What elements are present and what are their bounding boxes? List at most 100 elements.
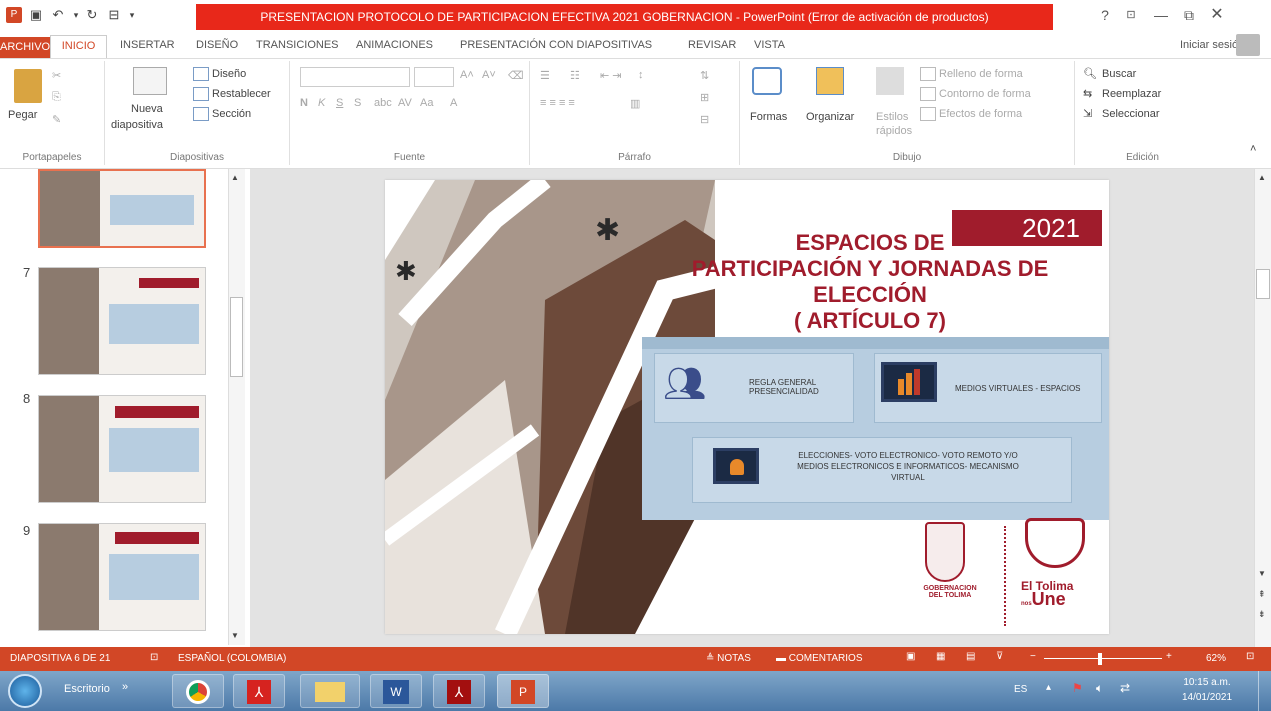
layout-button[interactable]: Diseño (193, 67, 246, 81)
align-text-icon[interactable]: ⊞ (700, 91, 709, 104)
font-color-icon[interactable]: A (450, 97, 457, 109)
shadow-button[interactable]: S (354, 97, 361, 109)
editor-scrollbar[interactable]: ▲ ▼ ⇞ ⇟ (1254, 169, 1271, 647)
indent-icon[interactable]: ⇤ ⇥ (600, 69, 622, 82)
next-slide-icon[interactable]: ⇟ (1258, 609, 1266, 620)
language-indicator[interactable]: ESPAÑOL (COLOMBIA) (178, 653, 286, 664)
numbering-icon[interactable]: ☷ (570, 69, 580, 82)
line-spacing-icon[interactable]: ↕ (638, 69, 644, 81)
start-button[interactable] (8, 674, 42, 708)
ribbon-display-icon[interactable]: ⊡ (1120, 5, 1142, 25)
tab-revisar[interactable]: REVISAR (688, 35, 736, 55)
underline-button[interactable]: S (336, 97, 343, 109)
network-icon[interactable]: ⇄ (1120, 681, 1130, 695)
redo-icon[interactable]: ↻ (84, 7, 100, 23)
char-spacing-icon[interactable]: AV (398, 97, 412, 109)
font-name-box[interactable] (300, 67, 410, 87)
clear-format-icon[interactable]: ⌫ (508, 69, 524, 82)
word-app[interactable]: W (370, 674, 422, 708)
clock[interactable]: 10:15 a.m. 14/01/2021 (1164, 675, 1250, 705)
shapes-button[interactable]: Formas (750, 111, 787, 123)
change-case-button[interactable]: Aa (420, 97, 433, 109)
slideshow-view-icon[interactable]: ⊽ (996, 651, 1003, 662)
show-desktop-button[interactable] (1258, 671, 1271, 711)
tab-vista[interactable]: VISTA (754, 35, 785, 55)
paste-button[interactable]: Pegar (8, 109, 37, 121)
bullets-icon[interactable]: ☰ (540, 69, 550, 82)
tab-animaciones[interactable]: ANIMACIONES (356, 35, 433, 55)
language-bar[interactable]: ES (1014, 684, 1027, 695)
select-button[interactable]: ⇲ Seleccionar (1083, 107, 1159, 121)
scroll-thumb[interactable] (1256, 269, 1270, 299)
undo-dropdown-icon[interactable]: ▾ (68, 7, 84, 23)
shapes-icon[interactable] (752, 67, 782, 95)
help-button[interactable]: ? (1094, 5, 1116, 25)
reading-view-icon[interactable]: ▤ (966, 651, 975, 662)
slide-thumbnail[interactable] (38, 523, 206, 631)
thumbnail-scrollbar[interactable]: ▲ ▼ (228, 169, 245, 645)
minimize-button[interactable]: — (1150, 5, 1172, 25)
format-painter-icon[interactable]: ✎ (52, 113, 61, 126)
tab-inicio[interactable]: INICIO (50, 35, 107, 58)
fit-slide-icon[interactable]: ⊡ (1246, 651, 1254, 662)
quick-styles-button[interactable]: Estilos (876, 111, 908, 123)
arrange-button[interactable]: Organizar (806, 111, 854, 123)
slide-thumbnail[interactable] (38, 395, 206, 503)
zoom-level[interactable]: 62% (1206, 653, 1226, 664)
replace-button[interactable]: ⇆ Reemplazar (1083, 87, 1161, 101)
show-hidden-icons[interactable]: ▴ (1046, 682, 1051, 693)
quick-styles-icon[interactable] (876, 67, 904, 95)
tab-diseno[interactable]: DISEÑO (196, 35, 238, 55)
undo-icon[interactable]: ↶ (50, 7, 66, 23)
strikethrough-icon[interactable]: abc (374, 97, 392, 109)
qat-customize-icon[interactable]: ▾ (124, 7, 140, 23)
start-slideshow-icon[interactable]: ⊟ (106, 7, 122, 23)
paste-icon[interactable] (14, 69, 42, 103)
flag-icon[interactable]: ⚑ (1072, 681, 1083, 695)
shrink-font-icon[interactable]: A˅ (482, 69, 496, 81)
zoom-slider-thumb[interactable] (1098, 653, 1102, 665)
desktop-toolbar[interactable]: Escritorio (64, 683, 110, 695)
acrobat-reader-app[interactable]: ⅄ (433, 674, 485, 708)
text-direction-icon[interactable]: ⇅ (700, 69, 709, 82)
find-button[interactable]: 🔍︎ Buscar (1083, 67, 1136, 81)
scroll-down-icon[interactable]: ▼ (231, 631, 239, 640)
columns-icon[interactable]: ▥ (630, 97, 640, 110)
zoom-in-icon[interactable]: + (1166, 651, 1172, 662)
current-slide[interactable]: ✱ ✱ 2021 ESPACIOS DE PARTICIPACIÓN Y JOR… (385, 180, 1109, 634)
align-icons[interactable]: ≡ ≡ ≡ ≡ (540, 97, 575, 109)
close-button[interactable]: ✕ (1206, 5, 1228, 25)
notes-button[interactable]: ≜ NOTAS (706, 653, 751, 664)
powerpoint-app[interactable]: P (497, 674, 549, 708)
copy-icon[interactable]: ⎘ (52, 91, 61, 104)
zoom-slider[interactable] (1044, 658, 1162, 659)
restore-button[interactable]: ⧉ (1178, 5, 1200, 25)
tab-archivo[interactable]: ARCHIVO (0, 37, 50, 58)
signin-link[interactable]: Iniciar sesión (1180, 35, 1244, 55)
font-size-box[interactable] (414, 67, 454, 87)
collapse-ribbon-icon[interactable]: ˄ (1250, 143, 1256, 155)
new-slide-label[interactable]: diapositiva (111, 119, 163, 131)
smartart-icon[interactable]: ⊟ (700, 113, 709, 126)
tab-transiciones[interactable]: TRANSICIONES (256, 35, 339, 55)
shape-fill-button[interactable]: Relleno de forma (920, 67, 1023, 81)
volume-icon[interactable]: 🔈︎ (1096, 681, 1103, 696)
acrobat-app[interactable]: ⅄ (233, 674, 285, 708)
zoom-out-icon[interactable]: − (1030, 651, 1036, 662)
explorer-app[interactable] (300, 674, 360, 708)
reset-button[interactable]: Restablecer (193, 87, 271, 101)
slide-sorter-icon[interactable]: ▦ (936, 651, 945, 662)
spellcheck-icon[interactable]: ⊡ (150, 652, 158, 663)
chrome-app[interactable] (172, 674, 224, 708)
cut-icon[interactable]: ✂ (52, 69, 61, 82)
section-button[interactable]: Sección (193, 107, 251, 121)
tab-presentacion[interactable]: PRESENTACIÓN CON DIAPOSITIVAS (460, 35, 652, 55)
new-slide-button[interactable]: Nueva (131, 103, 163, 115)
grow-font-icon[interactable]: A˄ (460, 69, 474, 81)
tab-insertar[interactable]: INSERTAR (120, 35, 175, 55)
desktop-toolbar-arrow-icon[interactable]: » (122, 681, 128, 693)
normal-view-icon[interactable]: ▣ (906, 651, 915, 662)
scroll-thumb[interactable] (230, 297, 243, 377)
shape-outline-button[interactable]: Contorno de forma (920, 87, 1031, 101)
scroll-up-icon[interactable]: ▲ (231, 173, 239, 182)
